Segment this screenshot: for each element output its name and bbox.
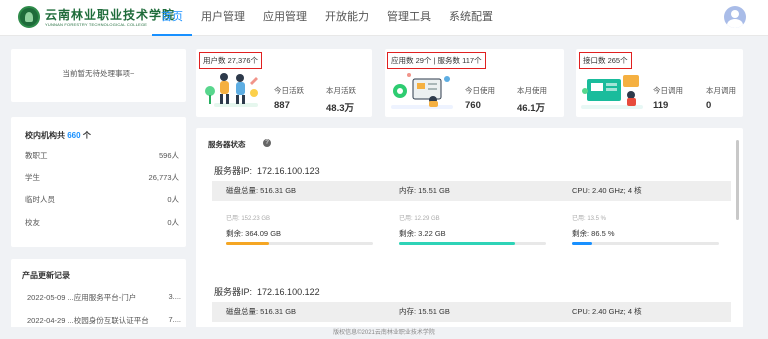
- nav-user-management[interactable]: 用户管理: [192, 0, 254, 36]
- app-stats-card: 应用数 29个 | 服务数 117个 今日使用 760 本月使用 46.1万: [385, 49, 564, 117]
- nav-home[interactable]: 首页: [152, 0, 192, 36]
- pending-tasks-text: 当前暂无待处理事项~: [62, 69, 135, 78]
- month-call-label: 本月调用: [706, 86, 736, 95]
- api-count-header[interactable]: 接口数 265个: [579, 52, 632, 69]
- update-item[interactable]: 2022-05-09 ...应用服务平台-门户 3....: [27, 292, 181, 303]
- nav-admin-tools[interactable]: 管理工具: [378, 0, 440, 36]
- college-name-en: YUNNAN FORESTRY TECHNOLOGICAL COLLEGE: [45, 22, 148, 27]
- month-use-label: 本月使用: [517, 86, 547, 95]
- main-nav: 首页 用户管理 应用管理 开放能力 管理工具 系统配置: [152, 0, 502, 36]
- top-bar: 云南林业职业技术学院 YUNNAN FORESTRY TECHNOLOGICAL…: [0, 0, 768, 36]
- server-ip-value: 172.16.100.122: [257, 287, 320, 297]
- update-item-version: 3....: [168, 292, 181, 301]
- server-ip-value: 172.16.100.123: [257, 166, 320, 176]
- update-item[interactable]: 2022-04-29 ...校园身份互联认证平台 7....: [27, 315, 181, 326]
- apps-illustration-icon: [391, 73, 453, 109]
- server-ip-label: 服务器IP: 172.16.100.123: [214, 164, 320, 177]
- org-row-alumni: 校友 0人: [25, 217, 179, 228]
- app-service-count-header[interactable]: 应用数 29个 | 服务数 117个: [387, 52, 486, 69]
- api-illustration-icon: [581, 75, 643, 109]
- memory-remaining: 剩余: 3.22 GB: [399, 229, 446, 238]
- org-row-students: 学生 26,773人: [25, 172, 179, 183]
- pending-tasks-card: 当前暂无待处理事项~: [11, 49, 186, 102]
- today-call-label: 今日调用: [653, 86, 683, 95]
- org-summary-card: 校内机构共 660 个 教职工 596人 学生 26,773人 临时人员 0人 …: [11, 117, 186, 247]
- org-row-label: 临时人员: [25, 195, 55, 204]
- month-use-value: 46.1万: [517, 103, 545, 114]
- info-icon[interactable]: ?: [263, 139, 271, 147]
- server-panel-scrollbar[interactable]: [736, 140, 739, 220]
- college-logo[interactable]: 云南林业职业技术学院 YUNNAN FORESTRY TECHNOLOGICAL…: [18, 6, 174, 30]
- month-active-value: 48.3万: [326, 103, 354, 114]
- disk-used: 已用: 152.23 GB: [226, 216, 271, 222]
- server-status-card: 服务器状态 ? 服务器IP: 172.16.100.123 磁盘总量: 516.…: [196, 128, 743, 328]
- org-row-label: 教职工: [25, 151, 48, 160]
- nav-open-capability[interactable]: 开放能力: [316, 0, 378, 36]
- memory-usage-fill: [399, 242, 516, 245]
- cpu-usage-bar: [572, 242, 719, 245]
- cpu-remaining: 剩余: 86.5 %: [572, 229, 615, 238]
- server-ip-prefix: 服务器IP:: [214, 287, 253, 297]
- disk-remaining: 剩余: 364.09 GB: [226, 229, 282, 238]
- org-row-value: 0人: [167, 218, 179, 227]
- org-summary-title: 校内机构共 660 个: [25, 130, 91, 141]
- update-item-version: 7....: [168, 315, 181, 324]
- memory-usage-bar: [399, 242, 546, 245]
- user-avatar-icon[interactable]: [724, 6, 746, 28]
- memory-total: 内存: 15.51 GB: [385, 302, 558, 322]
- today-active-label: 今日活跃: [274, 86, 304, 95]
- org-title-suffix: 个: [82, 131, 91, 140]
- org-total-count[interactable]: 660: [67, 131, 80, 140]
- product-updates-title: 产品更新记录: [22, 271, 70, 280]
- disk-total: 磁盘总量: 516.31 GB: [212, 181, 385, 201]
- org-row-staff: 教职工 596人: [25, 150, 179, 161]
- user-stats-card: 用户数 27,376个 今日活跃 887 本月活跃 48.3万: [196, 49, 372, 117]
- memory-used: 已用: 12.29 GB: [399, 216, 440, 222]
- cpu-usage-fill: [572, 242, 592, 245]
- product-updates-card: 产品更新记录 2022-05-09 ...应用服务平台-门户 3.... 202…: [11, 259, 186, 329]
- college-emblem-icon: [18, 6, 40, 28]
- server-ip-prefix: 服务器IP:: [214, 166, 253, 176]
- org-title-prefix: 校内机构共: [25, 131, 65, 140]
- cpu-spec: CPU: 2.40 GHz; 4 核: [558, 181, 731, 201]
- nav-app-management[interactable]: 应用管理: [254, 0, 316, 36]
- update-item-text: 2022-05-09 ...应用服务平台-门户: [27, 293, 137, 302]
- footer-copyright: 版权信息©2021云南林业职业技术学院: [0, 327, 768, 339]
- cpu-used: 已用: 13.5 %: [572, 216, 607, 222]
- disk-usage-fill: [226, 242, 270, 245]
- month-call-value: 0: [706, 100, 712, 111]
- api-stats-card: 接口数 265个 今日调用 119 本月调用 0: [576, 49, 743, 117]
- update-item-text: 2022-04-29 ...校园身份互联认证平台: [27, 316, 149, 325]
- today-call-value: 119: [653, 100, 669, 111]
- today-use-value: 760: [465, 100, 481, 111]
- org-row-value: 0人: [167, 195, 179, 204]
- org-row-value: 596人: [158, 151, 179, 160]
- today-active-value: 887: [274, 100, 290, 111]
- server-ip-label: 服务器IP: 172.16.100.122: [214, 285, 320, 298]
- org-row-temporary: 临时人员 0人: [25, 194, 179, 205]
- today-use-label: 今日使用: [465, 86, 495, 95]
- org-row-label: 校友: [25, 218, 40, 227]
- users-illustration-icon: [205, 73, 258, 107]
- cpu-spec: CPU: 2.40 GHz; 4 核: [558, 302, 731, 322]
- disk-total: 磁盘总量: 516.31 GB: [212, 302, 385, 322]
- org-row-value: 26,773人: [148, 173, 179, 182]
- memory-total: 内存: 15.51 GB: [385, 181, 558, 201]
- user-count-header[interactable]: 用户数 27,376个: [199, 52, 263, 69]
- server-status-title: 服务器状态: [208, 140, 246, 149]
- month-active-label: 本月活跃: [326, 86, 356, 95]
- org-row-label: 学生: [25, 173, 40, 182]
- disk-usage-bar: [226, 242, 373, 245]
- nav-system-config[interactable]: 系统配置: [440, 0, 502, 36]
